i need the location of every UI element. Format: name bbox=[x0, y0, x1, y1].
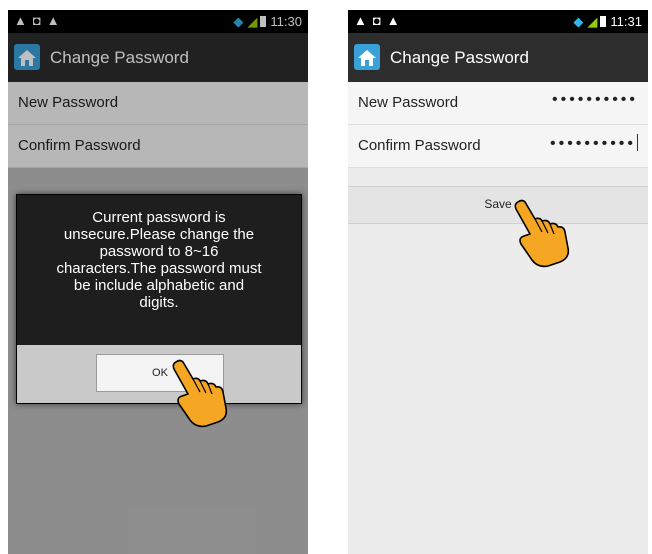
confirm-password-row[interactable]: Confirm Password •••••••••• bbox=[348, 125, 648, 168]
dialog-message: Current password is unsecure.Please chan… bbox=[27, 209, 291, 311]
wifi-icon: ◆ bbox=[573, 14, 584, 29]
save-button-label: Save bbox=[484, 197, 512, 211]
new-password-label: New Password bbox=[358, 94, 459, 111]
warning-dialog: Current password is unsecure.Please chan… bbox=[16, 194, 302, 404]
confirm-password-label: Confirm Password bbox=[358, 137, 481, 154]
dialog-button-area: OK bbox=[17, 345, 301, 403]
notification-icons: ▲◘▲ bbox=[354, 13, 406, 28]
dialog-message-line: characters.The password must bbox=[56, 260, 262, 277]
page-title: Change Password bbox=[390, 48, 529, 67]
dialog-message-line: be include alphabetic and bbox=[73, 277, 245, 294]
action-bar: Change Password bbox=[348, 33, 648, 82]
text-cursor bbox=[637, 134, 638, 151]
status-bar: ▲◘▲ ◆ ◢ 11:31 bbox=[348, 10, 648, 33]
dialog-message-line: Current password is bbox=[92, 209, 226, 226]
home-app-icon[interactable] bbox=[354, 44, 380, 70]
phone-screen-right: ▲◘▲ ◆ ◢ 11:31 Change Password New Password… bbox=[348, 10, 648, 554]
new-password-row[interactable]: New Password •••••••••• bbox=[348, 82, 648, 125]
dialog-message-line: password to 8~16 bbox=[99, 243, 219, 260]
confirm-password-input[interactable]: •••••••••• bbox=[550, 134, 638, 153]
new-password-input[interactable]: •••••••••• bbox=[552, 91, 638, 109]
status-right: ◆ ◢ 11:31 bbox=[573, 14, 642, 30]
pointing-hand-icon bbox=[172, 359, 228, 428]
save-button[interactable]: Save bbox=[348, 186, 648, 224]
dialog-message-line: unsecure.Please change the bbox=[63, 226, 255, 243]
phone-screen-left: ▲◘▲ ◆ ◢ 11:30 Change Password New Password… bbox=[8, 10, 308, 554]
status-time: 11:31 bbox=[610, 14, 642, 29]
pointing-hand-icon bbox=[514, 199, 570, 268]
battery-icon bbox=[600, 16, 607, 27]
signal-icon: ◢ bbox=[587, 14, 598, 29]
confirm-password-value: •••••••••• bbox=[549, 135, 636, 152]
dialog-message-line: digits. bbox=[139, 294, 179, 311]
